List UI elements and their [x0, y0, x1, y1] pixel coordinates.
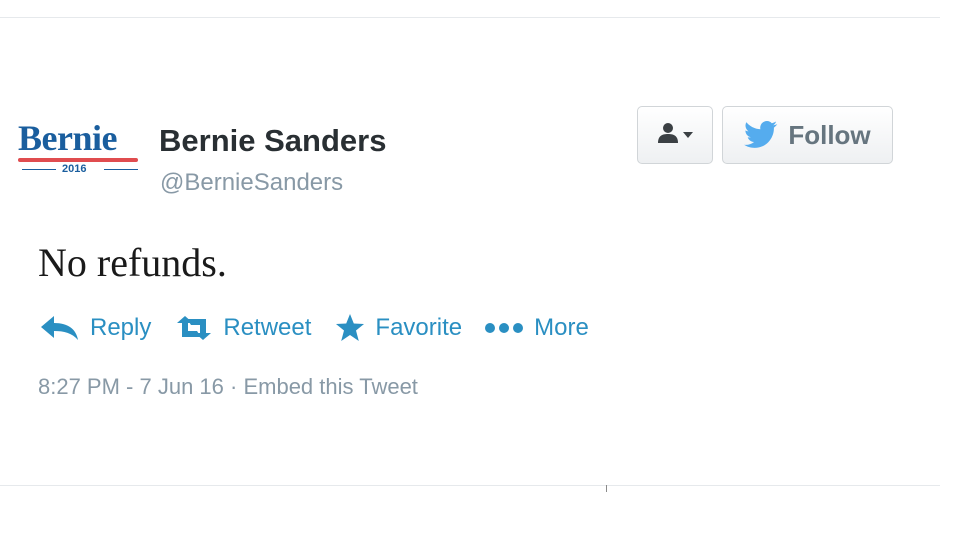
tweet-meta: 8:27 PM - 7 Jun 16 · Embed this Tweet: [38, 372, 418, 402]
reply-arrow-icon: [40, 315, 80, 341]
tweet-text: No refunds.: [38, 240, 227, 285]
chevron-down-icon: [683, 132, 693, 138]
user-actions-dropdown-button[interactable]: [637, 106, 713, 164]
more-action[interactable]: More: [484, 313, 589, 343]
author-handle[interactable]: @BernieSanders: [160, 168, 343, 198]
retweet-action[interactable]: Retweet: [175, 313, 311, 343]
tweet-timestamp[interactable]: 8:27 PM - 7 Jun 16: [38, 374, 224, 399]
author-display-name[interactable]: Bernie Sanders: [159, 122, 386, 160]
bottom-divider: [0, 485, 940, 486]
embed-tweet-link[interactable]: Embed this Tweet: [243, 374, 417, 399]
logo-wordmark: Bernie: [18, 118, 117, 158]
more-dots-icon: [484, 321, 524, 335]
more-label: More: [534, 314, 589, 341]
favorite-action[interactable]: Favorite: [335, 313, 462, 343]
reply-action[interactable]: Reply: [40, 313, 151, 343]
tweet-actions: Reply Retweet Favorite More: [40, 308, 589, 348]
divider-tick: [606, 485, 607, 492]
logo-year-rule-left: [22, 169, 56, 170]
logo-year: 2016: [62, 163, 87, 175]
reply-label: Reply: [90, 314, 152, 341]
retweet-label: Retweet: [223, 314, 312, 341]
top-divider: [0, 17, 940, 18]
meta-separator: ·: [223, 374, 244, 399]
twitter-bird-icon: [744, 121, 778, 149]
user-icon: [657, 122, 679, 149]
logo-year-rule-right: [104, 169, 138, 170]
bernie-2016-logo[interactable]: Bernie 2016: [16, 118, 142, 182]
retweet-icon: [175, 315, 213, 341]
star-icon: [335, 314, 365, 342]
follow-button-label: Follow: [788, 120, 871, 150]
favorite-label: Favorite: [375, 314, 463, 341]
follow-button[interactable]: Follow: [722, 106, 893, 164]
